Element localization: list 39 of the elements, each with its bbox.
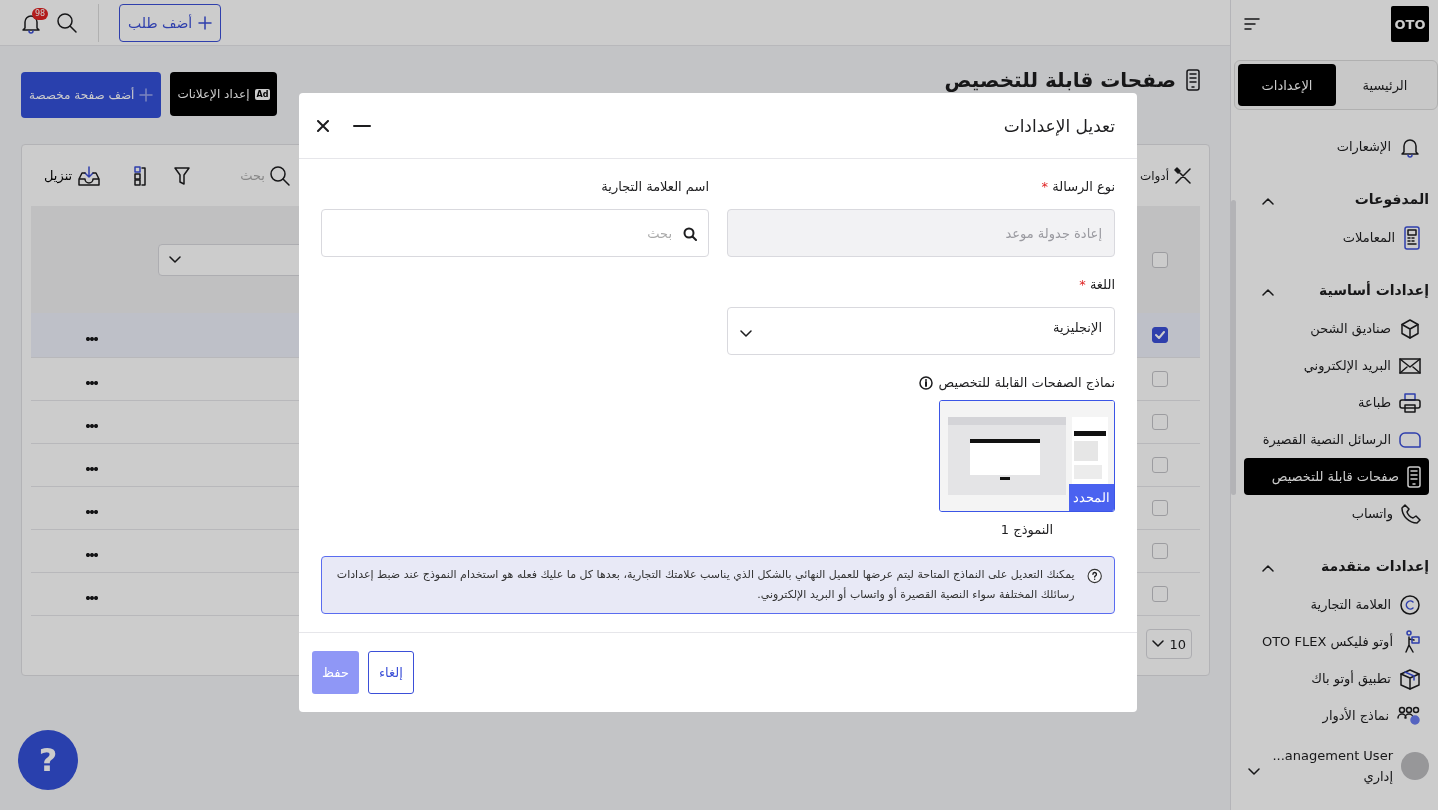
add-order-button[interactable]: أضف طلب — [119, 3, 222, 42]
language-select[interactable]: الإنجليزية — [727, 307, 1115, 355]
user-name: ...anagement User — [1272, 748, 1393, 763]
dialog-title: تعديل الإعدادات — [1003, 115, 1115, 136]
field-label: اللغة * — [1078, 277, 1115, 294]
template-caption: النموذج 1 — [1000, 522, 1054, 537]
sidebar-item[interactable]: المعاملات — [1244, 219, 1429, 256]
sidebar-item[interactable]: نماذج الأدوار — [1244, 697, 1429, 734]
selected-badge: المحدد — [1069, 484, 1114, 511]
tools-label[interactable]: أدوات — [1139, 168, 1169, 183]
template-card[interactable]: المحدد — [939, 400, 1115, 512]
user-role: إداري — [1362, 769, 1393, 784]
field-label: اسم العلامة التجارية — [600, 179, 709, 197]
tab[interactable]: الإعدادات — [1238, 64, 1336, 106]
field-label: نوع الرسالة * — [1040, 179, 1115, 197]
sidebar-item[interactable]: الرسائل النصية القصيرة — [1244, 421, 1429, 458]
sidebar-item[interactable]: صفحات قابلة للتخصيص — [1244, 458, 1429, 495]
cancel-button[interactable]: إلغاء — [367, 651, 414, 694]
tab[interactable]: الرئيسية — [1336, 64, 1434, 106]
info-text: يمكنك التعديل على النماذج المتاحة ليتم عرضها للعميل النهائي بالشكل الذي يناسب علامتك التجارية، بعدها كل ما عليك فعله هو استخدام النموذج عند ضبط إعدادات رسائلك المختلفة سواء النصية القصيرة أو واتساب أو البريد الإلكتروني. — [335, 567, 1075, 603]
sidebar-item[interactable]: صناديق الشحن — [1244, 310, 1429, 347]
sidebar-item[interactable]: طباعة — [1244, 384, 1429, 421]
section-title: المدفوعات — [1354, 191, 1429, 207]
sidebar-item[interactable]: العلامة التجارية — [1244, 586, 1429, 623]
section-title: إعدادات متقدمة — [1321, 558, 1429, 574]
page-title: صفحات قابلة للتخصيص — [944, 69, 1176, 91]
sidebar-item[interactable]: الإشعارات — [1244, 128, 1429, 165]
sidebar-item[interactable]: أوتو فليكس OTO FLEX — [1244, 623, 1429, 660]
section-label: نماذج الصفحات القابلة للتخصيص — [938, 375, 1115, 390]
section-title: إعدادات أساسية — [1319, 282, 1429, 298]
page-size-select[interactable]: 10 — [1146, 629, 1192, 659]
brand-search-field[interactable]: بحث — [321, 209, 709, 257]
logo[interactable]: OTO — [1391, 6, 1429, 42]
notification-count: 98 — [32, 7, 49, 20]
sidebar-item[interactable]: واتساب — [1244, 495, 1429, 532]
sidebar-item[interactable]: تطبيق أوتو باك — [1244, 660, 1429, 697]
download-button[interactable]: تنزيل — [38, 164, 107, 187]
add-page-button[interactable]: أضف صفحة مخصصة — [21, 72, 162, 118]
sidebar-item[interactable]: البريد الإلكتروني — [1244, 347, 1429, 384]
